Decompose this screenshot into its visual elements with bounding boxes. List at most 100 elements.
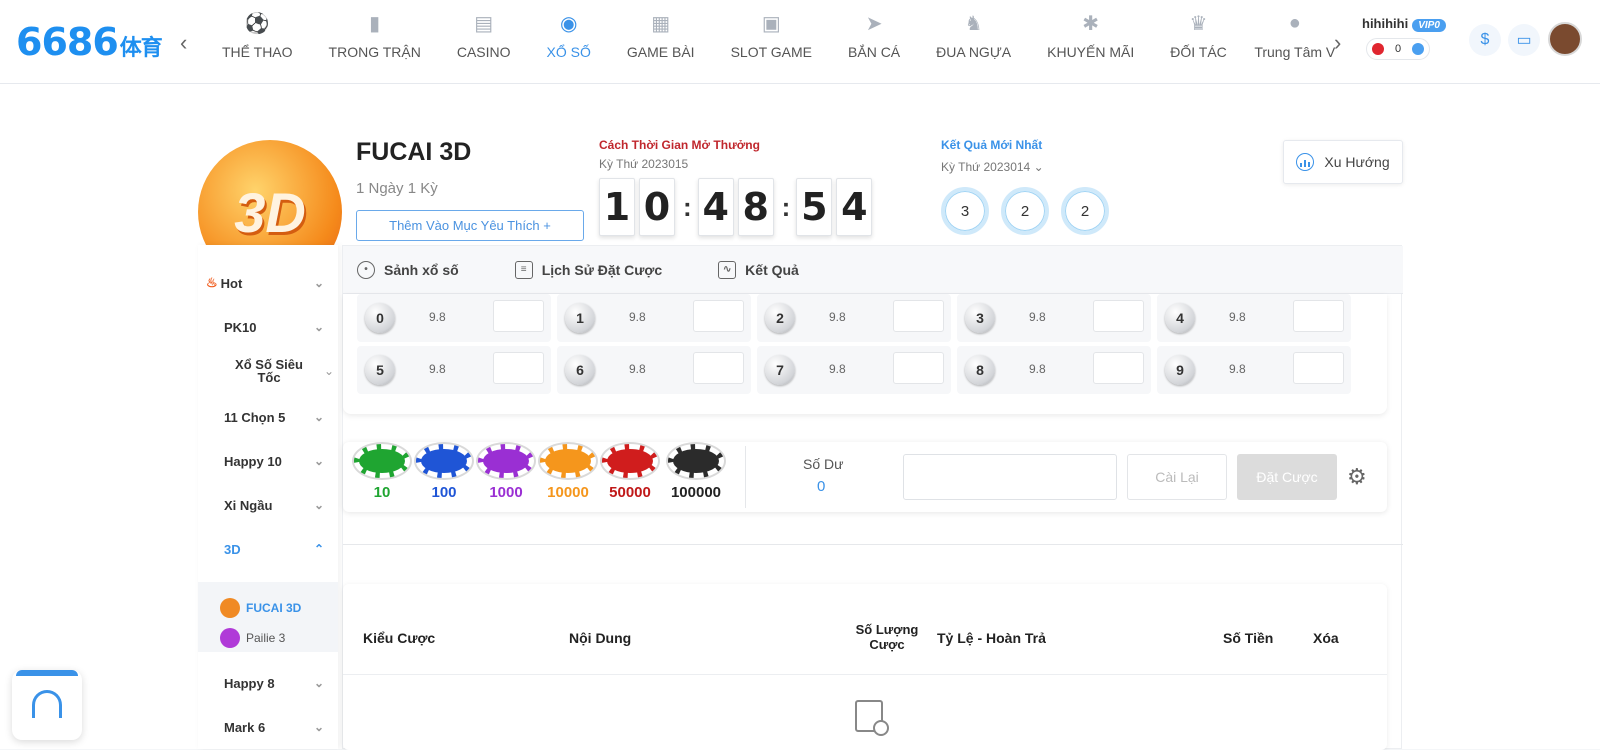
bet-amount-input[interactable] [893, 352, 944, 384]
chip-icon [478, 444, 534, 478]
sidebar-item-11-chon-5[interactable]: 11 Chọn 5 ⌄ [198, 397, 338, 437]
avatar[interactable] [1548, 22, 1582, 56]
sidebar-item-mark-6[interactable]: Mark 6 ⌄ [198, 707, 338, 747]
reset-button[interactable]: Cài Lại [1127, 454, 1227, 500]
divider [343, 674, 1387, 675]
tab-sanh-xo-so[interactable]: • Sảnh xổ số [357, 260, 459, 279]
money-bag-icon[interactable]: $ [1469, 24, 1501, 56]
chevron-down-icon: ⌄ [313, 320, 324, 334]
column-header: Xóa [1313, 630, 1339, 646]
chip-icon [416, 444, 472, 478]
number-cell[interactable]: 5 9.8 [357, 346, 551, 394]
bet-amount-input[interactable] [693, 352, 744, 384]
number-cell[interactable]: 0 9.8 [357, 294, 551, 342]
video-camera-icon: ▮ [369, 12, 381, 35]
bet-amount-input[interactable] [893, 300, 944, 332]
place-bet-button[interactable]: Đặt Cược [1237, 454, 1337, 500]
number-cell[interactable]: 1 9.8 [557, 294, 751, 342]
divider [343, 544, 1403, 545]
tab-lich-su-dat-cuoc[interactable]: ≡ Lịch Sử Đặt Cược [514, 260, 662, 279]
card-icon[interactable]: ▭ [1508, 24, 1540, 56]
number-cell[interactable]: 3 9.8 [957, 294, 1151, 342]
tab-ket-qua[interactable]: ∿ Kết Quả [718, 260, 799, 279]
chip-100[interactable]: 100 [415, 444, 473, 501]
countdown-timer: 1 0 : 4 8 : 5 4 [599, 178, 876, 236]
number-cell[interactable]: 6 9.8 [557, 346, 751, 394]
sidebar-item-happy-8[interactable]: Happy 8 ⌄ [198, 663, 338, 703]
crown-icon: ♛ [1189, 12, 1208, 35]
chip-icon [668, 444, 724, 478]
number-cell[interactable]: 2 9.8 [757, 294, 951, 342]
number-cell[interactable]: 7 9.8 [757, 346, 951, 394]
countdown-separator: : [781, 191, 791, 222]
chevron-down-icon: ⌄ [313, 498, 324, 512]
nav-next-arrow-icon[interactable]: › [1334, 30, 1341, 56]
chevron-down-icon: ⌄ [1033, 160, 1044, 174]
sidebar-subitem-pailie-3[interactable]: Pailie 3 [220, 628, 285, 648]
nav-item-slot-game[interactable]: ▣ SLOT GAME [713, 10, 830, 61]
bet-amount-input[interactable] [1093, 352, 1144, 384]
wallet-balance[interactable]: 0 [1366, 38, 1430, 60]
balance-value: 0 [817, 478, 826, 495]
add-funds-icon[interactable] [1411, 43, 1424, 55]
sidebar-item-pk10[interactable]: PK10 ⌄ [198, 307, 338, 347]
main-panel: • Sảnh xổ số ≡ Lịch Sử Đặt Cược ∿ Kết Quả 0… [342, 245, 1403, 750]
nav-item-casino[interactable]: ▤ CASINO [439, 10, 529, 61]
column-header: Số Tiền [1223, 630, 1274, 646]
bet-amount-input[interactable] [1293, 352, 1344, 384]
gear-icon[interactable]: ⚙ [1347, 464, 1367, 490]
bet-amount-input[interactable] [1293, 300, 1344, 332]
column-header: Nội Dung [569, 630, 632, 646]
nav-item-khuyen-mai[interactable]: ✱ KHUYẾN MÃI [1029, 10, 1152, 61]
nav-item-trung-tam[interactable]: ● Trung Tâm V [1245, 10, 1345, 61]
main-nav: ⚽ THỂ THAO ▮ TRONG TRẬN ▤ CASINO ◉ XỔ SỐ ▦ GA… [204, 10, 1345, 61]
empty-search-icon [855, 700, 889, 736]
add-favorite-button[interactable]: Thêm Vào Mục Yêu Thích + [356, 210, 584, 241]
balance-label: Số Dư [803, 456, 844, 472]
chip-10000[interactable]: 10000 [539, 444, 597, 501]
nav-item-xo-so[interactable]: ◉ XỔ SỐ [529, 10, 609, 61]
bet-amount-input[interactable] [693, 300, 744, 332]
vip-badge: VIP0 [1412, 19, 1446, 32]
nav-item-ban-ca[interactable]: ➤ BẮN CÁ [830, 10, 918, 61]
bet-amount-field[interactable] [903, 454, 1117, 500]
percent-badge-icon: ✱ [1082, 12, 1100, 35]
chevron-down-icon: ⌄ [313, 676, 324, 690]
chevron-down-icon: ⌄ [324, 364, 335, 378]
chevron-down-icon: ⌄ [313, 720, 324, 734]
chip-100000[interactable]: 100000 [663, 444, 729, 501]
soccer-ball-icon: ⚽ [244, 12, 270, 35]
bet-amount-input[interactable] [493, 352, 544, 384]
chip-1000[interactable]: 1000 [477, 444, 535, 501]
sidebar-item-xi-ngau[interactable]: Xi Ngầu ⌄ [198, 485, 338, 525]
nav-item-doi-tac[interactable]: ♛ ĐỐI TÁC [1152, 10, 1245, 61]
nav-prev-arrow-icon[interactable]: ‹ [180, 30, 187, 56]
sidebar-subitem-fucai-3d[interactable]: FUCAI 3D [220, 598, 301, 618]
countdown-period: Kỳ Thứ 2023015 [599, 157, 689, 171]
bet-amount-input[interactable] [493, 300, 544, 332]
site-logo[interactable]: 6686体育 [16, 20, 163, 64]
number-cell[interactable]: 9 9.8 [1157, 346, 1351, 394]
sidebar-item-3d[interactable]: 3D ⌃ [198, 529, 338, 569]
customer-support-button[interactable] [12, 670, 82, 740]
number-cell[interactable]: 4 9.8 [1157, 294, 1351, 342]
result-period-select[interactable]: Kỳ Thứ 2023014 ⌄ [941, 160, 1044, 174]
slot-machine-icon: ▣ [761, 12, 781, 35]
nav-item-game-bai[interactable]: ▦ GAME BÀI [609, 10, 713, 61]
countdown-digit: 1 [599, 178, 635, 236]
number-cell[interactable]: 8 9.8 [957, 346, 1151, 394]
nav-item-trong-tran[interactable]: ▮ TRONG TRẬN [311, 10, 439, 61]
sidebar-item-hot[interactable]: ♨ Hot ⌄ [198, 263, 338, 303]
headset-icon [32, 690, 62, 718]
chip-10[interactable]: 10 [353, 444, 411, 501]
sidebar-item-xo-so-sieu-toc[interactable]: Xổ Số Siêu Tốc [198, 351, 308, 391]
chip-50000[interactable]: 50000 [601, 444, 659, 501]
bet-amount-input[interactable] [1093, 300, 1144, 332]
fire-icon: ♨ [206, 275, 218, 290]
result-balls: 3 2 2 [941, 187, 1121, 235]
nav-item-the-thao[interactable]: ⚽ THỂ THAO [204, 10, 311, 61]
trend-button[interactable]: Xu Hướng [1283, 140, 1403, 184]
nav-item-dua-ngua[interactable]: ♞ ĐUA NGỰA [918, 10, 1029, 61]
sidebar-item-happy-10[interactable]: Happy 10 ⌄ [198, 441, 338, 481]
username[interactable]: hihihihi VIP0 [1362, 16, 1446, 32]
